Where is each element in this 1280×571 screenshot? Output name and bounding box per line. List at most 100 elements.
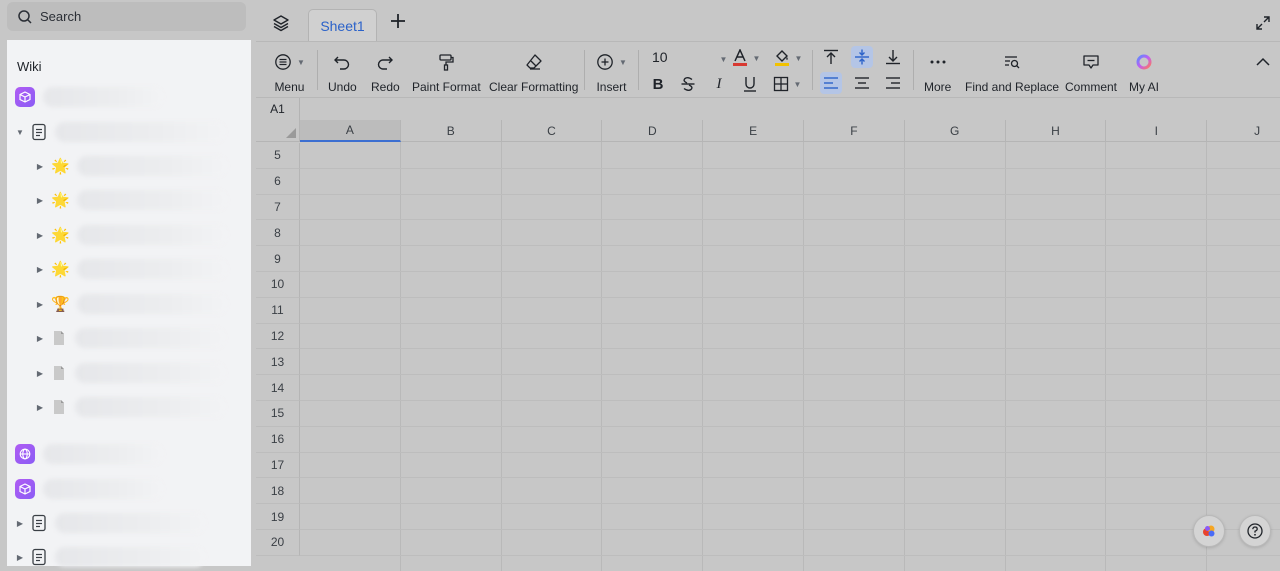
caret-right-icon[interactable]: ▶ — [35, 299, 45, 309]
align-center-button[interactable] — [851, 72, 873, 94]
font-size-select[interactable]: 10 ▼ — [652, 49, 727, 65]
insert-button[interactable]: ▼ Insert — [596, 42, 627, 98]
grid-row-line — [300, 167, 1280, 169]
column-header-c[interactable]: C — [501, 120, 603, 142]
wiki-space-item[interactable] — [15, 476, 259, 502]
row-header-15[interactable]: 15 — [256, 401, 300, 427]
tab-sheet1[interactable]: Sheet1 — [308, 9, 377, 41]
strikethrough-button[interactable] — [677, 73, 699, 95]
column-header-f[interactable]: F — [804, 120, 905, 142]
tree-item-child[interactable]: ▶ 🏆 — [35, 291, 279, 317]
column-header-h[interactable]: H — [1005, 120, 1107, 142]
tree-item-child[interactable]: ▶ 🌟 — [35, 153, 279, 179]
redacted-title — [77, 294, 227, 314]
align-bottom-button[interactable] — [882, 46, 904, 68]
more-label: More — [924, 80, 952, 94]
tree-item-child[interactable]: ▶ — [35, 394, 279, 420]
column-header-a[interactable]: A — [300, 120, 401, 142]
row-header-14[interactable]: 14 — [256, 375, 300, 401]
align-top-button[interactable] — [820, 46, 842, 68]
formula-input[interactable] — [301, 98, 1280, 120]
tree-item-doc-expanded[interactable]: ▼ — [15, 119, 259, 145]
underline-button[interactable] — [739, 73, 761, 95]
align-left-button[interactable] — [820, 72, 842, 94]
italic-button[interactable]: I — [708, 73, 730, 95]
caret-right-icon[interactable]: ▶ — [35, 161, 45, 171]
column-header-i[interactable]: I — [1106, 120, 1208, 142]
redacted-title — [55, 122, 225, 142]
find-replace-button[interactable]: Find and Replace — [965, 42, 1059, 98]
caret-right-icon[interactable]: ▶ — [35, 264, 45, 274]
caret-right-icon[interactable]: ▶ — [35, 230, 45, 240]
tree-item-doc[interactable]: ▶ — [15, 544, 259, 570]
row-header-7[interactable]: 7 — [256, 194, 300, 221]
menu-button[interactable]: ▼ Menu — [274, 42, 305, 98]
clear-formatting-button[interactable]: Clear Formatting — [489, 42, 578, 98]
caret-right-icon[interactable]: ▶ — [15, 518, 25, 528]
row-header-13[interactable]: 13 — [256, 349, 300, 376]
column-header-j[interactable]: J — [1207, 120, 1280, 142]
collapse-toolbar-button[interactable] — [1255, 54, 1271, 70]
row-header-11[interactable]: 11 — [256, 297, 300, 324]
row-header-5[interactable]: 5 — [256, 143, 300, 169]
row-header-8[interactable]: 8 — [256, 220, 300, 247]
search-input[interactable]: Search — [7, 2, 246, 31]
paint-format-button[interactable]: Paint Format — [412, 42, 481, 98]
add-sheet-button[interactable] — [390, 12, 406, 32]
expand-icon — [1256, 16, 1270, 30]
tree-item-child[interactable]: ▶ 🌟 — [35, 187, 279, 213]
tree-item-child[interactable]: ▶ 🌟 — [35, 222, 279, 248]
tree-item-child[interactable]: ▶ — [35, 360, 279, 386]
row-header-6[interactable]: 6 — [256, 168, 300, 195]
tree-item-child[interactable]: ▶ 🌟 — [35, 256, 279, 282]
my-ai-button[interactable]: My AI — [1129, 42, 1159, 98]
grid-row-line — [300, 529, 1280, 530]
sheets-list-button[interactable] — [272, 14, 290, 37]
paint-roller-icon — [439, 54, 454, 71]
redo-button[interactable]: Redo — [371, 42, 400, 98]
borders-button[interactable]: ▼ — [770, 73, 804, 95]
font-color-button[interactable]: ▼ — [730, 48, 762, 68]
tree-item-doc[interactable]: ▶ — [15, 510, 259, 536]
row-header-9[interactable]: 9 — [256, 246, 300, 272]
wiki-space-item[interactable] — [15, 84, 259, 110]
tree-item-child[interactable]: ▶ — [35, 325, 279, 351]
fill-color-button[interactable]: ▼ — [772, 48, 804, 68]
undo-button[interactable]: Undo — [328, 42, 357, 98]
cell-reference-box[interactable]: A1 — [256, 98, 300, 120]
caret-right-icon[interactable]: ▶ — [35, 195, 45, 205]
undo-icon — [334, 56, 350, 70]
bold-button[interactable]: B — [647, 73, 669, 95]
caret-down-icon[interactable]: ▼ — [15, 127, 25, 137]
select-all-corner[interactable] — [256, 120, 300, 142]
row-header-16[interactable]: 16 — [256, 426, 300, 453]
column-header-g[interactable]: G — [904, 120, 1006, 142]
caret-right-icon[interactable]: ▶ — [35, 333, 45, 343]
caret-right-icon[interactable]: ▶ — [15, 552, 25, 562]
fullscreen-button[interactable] — [1256, 16, 1270, 35]
wiki-space-item[interactable] — [15, 441, 259, 467]
ai-assistant-button[interactable] — [1193, 515, 1225, 547]
row-header-17[interactable]: 17 — [256, 452, 300, 479]
help-button[interactable] — [1239, 515, 1271, 547]
corner-triangle-icon — [286, 128, 296, 138]
column-header-b[interactable]: B — [400, 120, 502, 142]
comment-button[interactable]: Comment — [1065, 42, 1117, 98]
row-header-12[interactable]: 12 — [256, 323, 300, 350]
caret-right-icon[interactable]: ▶ — [35, 402, 45, 412]
row-header-10[interactable]: 10 — [256, 272, 300, 298]
clear-formatting-label: Clear Formatting — [489, 80, 579, 94]
column-header-d[interactable]: D — [602, 120, 704, 142]
row-header-18[interactable]: 18 — [256, 478, 300, 505]
align-middle-button[interactable] — [851, 46, 873, 68]
search-placeholder: Search — [40, 9, 82, 24]
row-header-19[interactable]: 19 — [256, 504, 300, 530]
more-button[interactable]: More — [924, 42, 951, 98]
grid-row-line — [300, 245, 1280, 247]
row-header-20[interactable]: 20 — [256, 530, 300, 556]
grid-row-line — [300, 425, 1280, 427]
align-right-button[interactable] — [882, 72, 904, 94]
column-header-e[interactable]: E — [703, 120, 804, 142]
caret-right-icon[interactable]: ▶ — [35, 368, 45, 378]
cell-grid[interactable]: A B C D E F G H I J 5 6 7 8 9 10 11 12 13 14 15 16 17 18 19 20 — [256, 120, 1280, 571]
